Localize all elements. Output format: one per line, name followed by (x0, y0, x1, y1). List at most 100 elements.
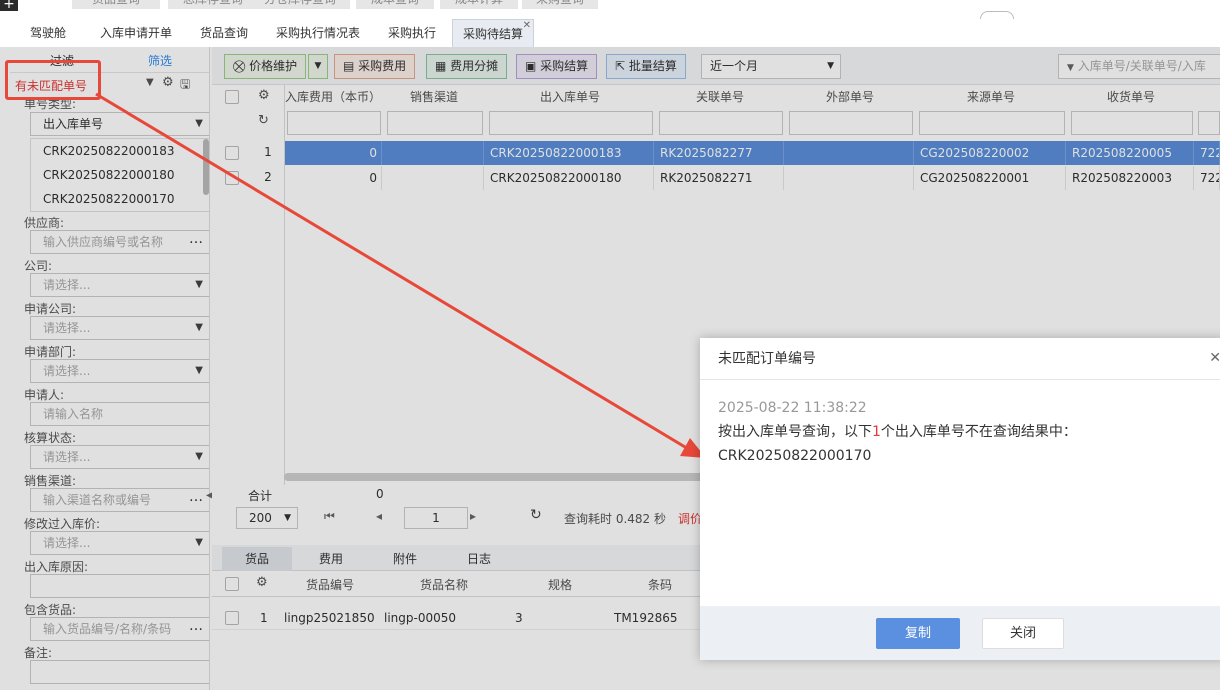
filter-select[interactable]: 请选择... ▼ (30, 359, 209, 383)
price-maintain-button[interactable]: ⛒ 价格维护 (224, 54, 307, 79)
tab-fees[interactable]: 费用 (296, 547, 366, 571)
gear-icon[interactable]: ⚙ (256, 575, 268, 590)
filter-select[interactable]: 请选择... ▼ (30, 316, 209, 340)
scrollbar[interactable] (203, 139, 209, 195)
chevron-down-icon[interactable]: ▼ (146, 77, 154, 88)
topmenu-item[interactable]: 分仓库存查询 (250, 0, 350, 9)
column-filter-input[interactable] (919, 111, 1065, 135)
filter-input[interactable]: 输入货品编号/名称/条码… (30, 615, 209, 641)
refresh-icon[interactable]: ↻ (258, 113, 269, 128)
row-checkbox[interactable] (225, 146, 239, 160)
column-header[interactable]: 销售渠道 (384, 85, 484, 109)
column-header[interactable]: 收货单号 (1068, 85, 1194, 109)
save-icon[interactable]: 🖫 (180, 75, 190, 96)
column-header[interactable]: 外部单号 (786, 85, 914, 109)
doc-number-list[interactable]: CRK20250822000183 CRK20250822000180 CRK2… (30, 138, 209, 212)
tab-screen[interactable]: 筛选 (148, 52, 172, 69)
search-input[interactable]: ▼ 入库单号/关联单号/入库 (1058, 54, 1220, 79)
topmenu-item[interactable]: 成本查询 (356, 0, 434, 9)
tab-goods[interactable]: 货品 (222, 547, 292, 571)
prev-page-icon[interactable]: ◂ (376, 509, 382, 523)
price-adjust-hint[interactable]: 调价 (678, 510, 702, 527)
row-number: 1 (264, 145, 272, 159)
list-item[interactable]: CRK20250822000180 (31, 163, 209, 187)
copy-button[interactable]: 复制 (876, 618, 960, 649)
filter-select[interactable]: 请选择... ▼ (30, 531, 209, 555)
column-filter-input[interactable] (789, 111, 913, 135)
gear-icon[interactable]: ⚙ (258, 88, 270, 103)
refresh-icon[interactable]: ↻ (530, 507, 542, 523)
select-all-checkbox[interactable] (225, 577, 239, 591)
column-filter-input[interactable] (287, 111, 381, 135)
chevron-down-icon: ▼ (827, 61, 834, 71)
batch-settle-button[interactable]: ⇱ 批量结算 (606, 54, 686, 79)
chevron-down-icon: ▼ (195, 451, 203, 462)
topmenu-item[interactable]: 成本计算 (440, 0, 518, 9)
gear-icon[interactable]: ⚙ (162, 75, 174, 90)
price-dropdown-button[interactable]: ▼ (308, 54, 328, 79)
column-header[interactable]: 来源单号 (916, 85, 1066, 109)
column-filter-input[interactable] (1071, 111, 1193, 135)
period-select[interactable]: 近一个月 ▼ (701, 54, 841, 79)
close-icon[interactable]: ✕ (1209, 350, 1220, 366)
filter-select[interactable]: 请选择... ▼ (30, 445, 209, 469)
chevron-down-icon: ▼ (195, 365, 203, 376)
filter-select[interactable]: 请选择... ▼ (30, 273, 209, 297)
tab-purchase-exec[interactable]: 采购执行 (388, 19, 436, 47)
column-header[interactable]: 关联单号 (656, 85, 784, 109)
field-label: 申请公司: (24, 302, 77, 316)
filter-input[interactable]: 输入渠道名称或编号… (30, 486, 209, 512)
close-icon[interactable]: ✕ (523, 12, 531, 40)
column-header[interactable]: 入库费用（本币） (284, 85, 382, 109)
more-icon[interactable]: … (189, 615, 203, 637)
message-prefix: 按出入库单号查询，以下 (718, 424, 872, 440)
field-label: 核算状态: (24, 431, 77, 445)
list-item[interactable]: CRK20250822000183 (31, 139, 209, 163)
cell-ext (786, 166, 914, 190)
next-page-icon[interactable]: ▸ (470, 509, 476, 523)
cell-rel: RK2025082271 (656, 166, 784, 190)
close-button[interactable]: 关闭 (982, 618, 1064, 649)
row-checkbox[interactable] (225, 611, 239, 625)
cell-fee: 0 (284, 166, 382, 190)
tab-purchase-exec-report[interactable]: 采购执行情况表 (276, 19, 360, 47)
column-filter-input[interactable] (387, 111, 483, 135)
purchase-settle-button[interactable]: ▣ 采购结算 (516, 54, 598, 79)
topmenu-item[interactable]: 采购查询 (522, 0, 598, 9)
purchase-settle-label: 采购结算 (540, 59, 589, 73)
column-filter-input[interactable] (489, 111, 653, 135)
column-filter-input[interactable] (1198, 111, 1220, 135)
topmenu-item[interactable]: 总库存查询 (168, 0, 258, 9)
list-item[interactable]: CRK20250822000170 (31, 187, 209, 211)
tab-purchase-pending-settle[interactable]: 采购待结算 ✕ (452, 19, 534, 47)
page-size-select[interactable]: 200 ▼ (236, 507, 298, 529)
fee-allocation-button[interactable]: ▦ 费用分摊 (426, 54, 508, 79)
add-icon[interactable]: + (0, 0, 18, 11)
filter-input[interactable] (30, 660, 209, 684)
tab-inbound-apply[interactable]: 入库申请开单 (100, 19, 172, 47)
more-icon[interactable]: … (189, 486, 203, 508)
tab-strip: 驾驶舱 入库申请开单 货品查询 采购执行情况表 采购执行 采购待结算 ✕ (0, 11, 1220, 47)
tab-attachments[interactable]: 附件 (370, 547, 440, 571)
tab-cockpit[interactable]: 驾驶舱 (30, 19, 66, 47)
tab-logs[interactable]: 日志 (444, 547, 514, 571)
filter-input[interactable] (30, 574, 209, 598)
doc-type-select[interactable]: 出入库单号 ▼ (30, 112, 209, 136)
filter-input[interactable]: 请输入名称 (30, 402, 209, 426)
select-all-checkbox[interactable] (225, 90, 239, 104)
more-icon[interactable]: … (189, 228, 203, 250)
column-filter-input[interactable] (659, 111, 783, 135)
goods-code: lingp25021850 (284, 611, 375, 625)
topmenu-item[interactable]: 货品查询 (72, 0, 160, 9)
table-row[interactable]: 0 CRK20250822000180 RK2025082271 CG20250822… (284, 166, 1220, 190)
filter-input[interactable]: 输入供应商编号或名称… (30, 228, 209, 254)
first-page-icon[interactable]: ⏮ (324, 509, 335, 524)
collapse-handle[interactable] (980, 11, 1014, 19)
tab-goods-query[interactable]: 货品查询 (200, 19, 248, 47)
row-checkbox[interactable] (225, 171, 239, 185)
table-row[interactable]: 0 CRK20250822000183 RK2025082277 CG20250822… (284, 141, 1220, 165)
column-header[interactable]: 出入库单号 (486, 85, 654, 109)
page-number: 1 (432, 511, 440, 525)
page-input[interactable]: 1 (404, 507, 468, 529)
purchase-fee-button[interactable]: ▤ 采购费用 (334, 54, 416, 79)
